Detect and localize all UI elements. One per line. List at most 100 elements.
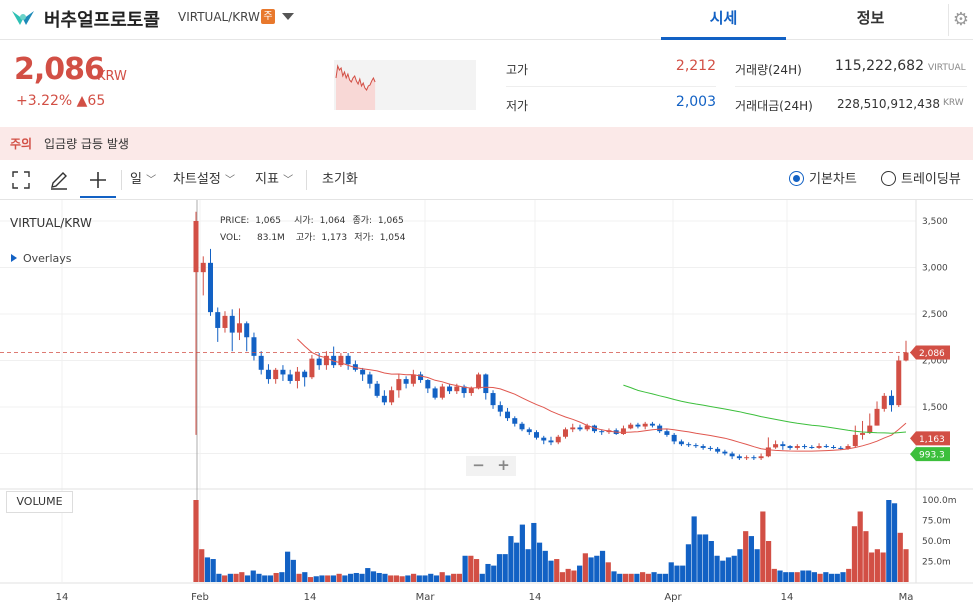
basic-chart-label: 기본차트 (809, 172, 857, 187)
price-chart[interactable]: 3,5003,0002,5002,0001,5002,0861,163993.3… (0, 200, 973, 611)
ohlc-vol-label: VOL: (220, 233, 242, 243)
volume-bar (393, 575, 400, 582)
candle (309, 358, 315, 378)
x-tick-label: 14 (56, 592, 69, 603)
volume-bar (216, 573, 222, 582)
period-label: 일 (130, 172, 142, 187)
volume-bar (857, 511, 863, 582)
candle (896, 360, 902, 406)
volume-bar (622, 573, 629, 582)
tradingview-radio[interactable]: 트레이딩뷰 (881, 162, 961, 198)
basic-chart-radio[interactable]: 기본차트 (789, 162, 857, 198)
candle (548, 440, 554, 443)
volume-bar (365, 568, 371, 582)
divider (121, 170, 122, 190)
candle (642, 423, 648, 427)
volume-bar (353, 572, 359, 582)
pencil-icon[interactable] (49, 162, 69, 198)
gear-icon[interactable]: ⚙ (948, 4, 973, 36)
caution-text: 입금량 급등 발생 (44, 137, 129, 151)
x-tick-label: 14 (529, 592, 542, 603)
candle (200, 262, 206, 273)
volume-bar (359, 573, 365, 582)
candle (649, 423, 655, 426)
volume-bar (611, 571, 617, 582)
volume-bar (410, 573, 417, 582)
candle (519, 423, 525, 430)
fullscreen-icon[interactable] (12, 162, 30, 198)
candle (410, 374, 416, 384)
current-price: 2,086 (14, 52, 105, 87)
volume-bar (834, 573, 840, 582)
volume-bar (325, 575, 331, 582)
volume-bar (542, 550, 548, 582)
chevron-down-icon: ﹀ (224, 175, 235, 186)
volume-bar (388, 575, 394, 582)
candle (831, 446, 837, 448)
crosshair-icon[interactable] (80, 162, 116, 198)
zoom-out-button[interactable]: − (466, 456, 491, 476)
candle (468, 388, 474, 394)
divider (306, 170, 307, 190)
candle (381, 395, 387, 403)
ohlc-open-label: 시가: (294, 216, 314, 226)
volume-bar (886, 500, 892, 582)
candle (635, 424, 641, 427)
period-select[interactable]: 일 ﹀ (130, 162, 156, 198)
candle (425, 380, 431, 389)
volume-bar (330, 575, 337, 582)
price-unit: KRW (97, 69, 127, 84)
volume-bar (285, 551, 291, 582)
ohlc-low-label: 저가: (354, 233, 374, 243)
candle (447, 386, 453, 392)
volume-bar (445, 575, 451, 582)
volume-bar (422, 575, 428, 582)
volume-tick-label: 100.0m (922, 496, 957, 506)
y-tick-label: 3,000 (922, 264, 948, 274)
volume-bar (456, 573, 462, 582)
radio-icon (881, 171, 896, 186)
volume-pane-label: VOLUME (6, 491, 73, 513)
reset-button[interactable]: 초기화 (322, 162, 358, 198)
volume-bar (204, 557, 211, 582)
volume-bar (760, 511, 766, 582)
caution-badge: 주 (261, 9, 275, 24)
candle (302, 371, 308, 378)
chart-settings-button[interactable]: 차트설정 ﹀ (173, 162, 235, 198)
ma-long-line (623, 384, 907, 434)
tab-info[interactable]: 정보 (808, 0, 933, 40)
volume-bar (514, 542, 520, 582)
volume-bar (840, 572, 846, 582)
ohlc-high: 1,173 (321, 233, 348, 243)
volume-bar (743, 531, 749, 582)
volume-bar (811, 572, 817, 582)
tab-quote[interactable]: 시세 (661, 0, 786, 40)
volume-bar (462, 555, 468, 582)
volume-bar (473, 559, 480, 582)
volume-bar (599, 550, 606, 582)
volume-bar (697, 534, 703, 582)
chart-toolbar: 일 ﹀ 차트설정 ﹀ 지표 ﹀ 초기화 기본차트 트레이딩뷰 (0, 162, 973, 200)
volume-bar (571, 570, 577, 582)
candle (838, 447, 844, 449)
volume-bar (565, 568, 571, 582)
volume-bar (702, 534, 709, 582)
zoom-in-button[interactable]: + (491, 456, 516, 476)
candle (715, 448, 721, 452)
chevron-down-icon[interactable] (282, 13, 294, 20)
x-tick-label: 14 (304, 592, 317, 603)
indicators-button[interactable]: 지표 ﹀ (255, 162, 293, 198)
candle (671, 434, 677, 442)
high-value: 2,212 (675, 58, 716, 74)
volume-bar (336, 573, 342, 582)
volume-bar (577, 565, 583, 582)
candle (628, 424, 634, 429)
price-badge-label: 2,086 (919, 349, 945, 359)
volume-bar (720, 560, 726, 582)
zoom-controls: − + (466, 456, 516, 476)
candle (657, 425, 663, 432)
overlays-toggle[interactable]: Overlays (11, 252, 72, 265)
volume-bar (279, 572, 285, 582)
price-badge-label: 1,163 (919, 435, 945, 445)
volume-tick-label: 25.0m (922, 558, 951, 568)
